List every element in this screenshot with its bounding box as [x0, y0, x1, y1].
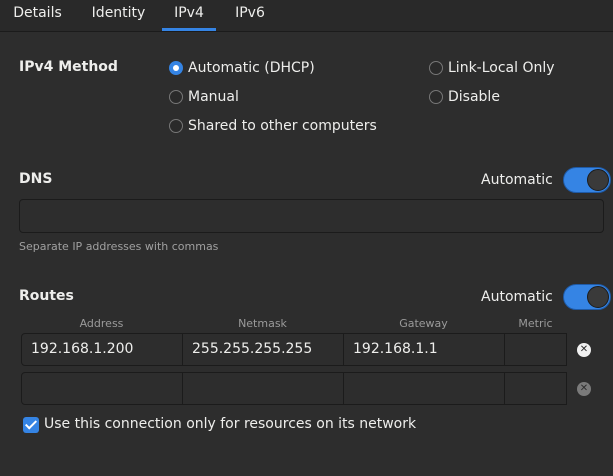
- radio-label: Disable: [448, 89, 500, 105]
- routes-automatic-row: Automatic: [481, 284, 611, 310]
- route-netmask-input[interactable]: 255.255.255.255: [182, 333, 344, 366]
- dns-hint: Separate IP addresses with commas: [19, 240, 219, 253]
- column-header-netmask: Netmask: [238, 317, 287, 330]
- radio-unchecked-icon: [429, 61, 443, 75]
- radio-checked-icon: [169, 61, 183, 75]
- ipv4-method-label: IPv4 Method: [19, 59, 118, 75]
- route-gateway-input[interactable]: 192.168.1.1: [343, 333, 505, 366]
- switch-knob: [586, 169, 609, 191]
- dns-automatic-label: Automatic: [481, 172, 553, 188]
- radio-unchecked-icon: [169, 119, 183, 133]
- routes-automatic-switch[interactable]: [562, 284, 611, 310]
- route-address-input[interactable]: 192.168.1.200: [21, 333, 183, 366]
- tab-identity[interactable]: Identity: [75, 0, 162, 31]
- radio-unchecked-icon: [429, 90, 443, 104]
- route-metric-input[interactable]: [504, 333, 567, 366]
- radio-link-local-only[interactable]: Link-Local Only: [429, 58, 555, 78]
- tab-ipv4[interactable]: IPv4: [162, 0, 216, 31]
- dns-automatic-switch[interactable]: [562, 167, 611, 193]
- tab-details[interactable]: Details: [0, 0, 75, 31]
- only-local-checkbox[interactable]: [23, 417, 39, 433]
- switch-knob: [586, 286, 609, 308]
- radio-label: Automatic (DHCP): [188, 60, 315, 76]
- radio-shared[interactable]: Shared to other computers: [169, 116, 377, 136]
- route-metric-input[interactable]: [504, 372, 567, 405]
- tab-ipv6[interactable]: IPv6: [216, 0, 284, 31]
- column-header-address: Address: [79, 317, 124, 330]
- close-icon: ✕: [579, 383, 589, 394]
- close-icon: ✕: [579, 344, 589, 355]
- radio-label: Manual: [188, 89, 239, 105]
- dns-automatic-row: Automatic: [481, 167, 611, 193]
- routes-automatic-label: Automatic: [481, 289, 553, 305]
- route-address-input[interactable]: [21, 372, 183, 405]
- radio-label: Shared to other computers: [188, 118, 377, 134]
- column-header-metric: Metric: [518, 317, 553, 330]
- remove-route-button[interactable]: ✕: [577, 382, 591, 396]
- radio-unchecked-icon: [169, 90, 183, 104]
- route-gateway-input[interactable]: [343, 372, 505, 405]
- radio-disable[interactable]: Disable: [429, 87, 500, 107]
- dns-label: DNS: [19, 171, 53, 187]
- radio-automatic-dhcp[interactable]: Automatic (DHCP): [169, 58, 315, 78]
- dns-input[interactable]: [19, 199, 604, 233]
- column-header-gateway: Gateway: [399, 317, 448, 330]
- radio-label: Link-Local Only: [448, 60, 555, 76]
- tab-bar: Details Identity IPv4 IPv6: [0, 0, 613, 32]
- routes-label: Routes: [19, 288, 74, 304]
- route-netmask-input[interactable]: [182, 372, 344, 405]
- only-local-label: Use this connection only for resources o…: [44, 416, 417, 432]
- radio-manual[interactable]: Manual: [169, 87, 239, 107]
- remove-route-button[interactable]: ✕: [577, 343, 591, 357]
